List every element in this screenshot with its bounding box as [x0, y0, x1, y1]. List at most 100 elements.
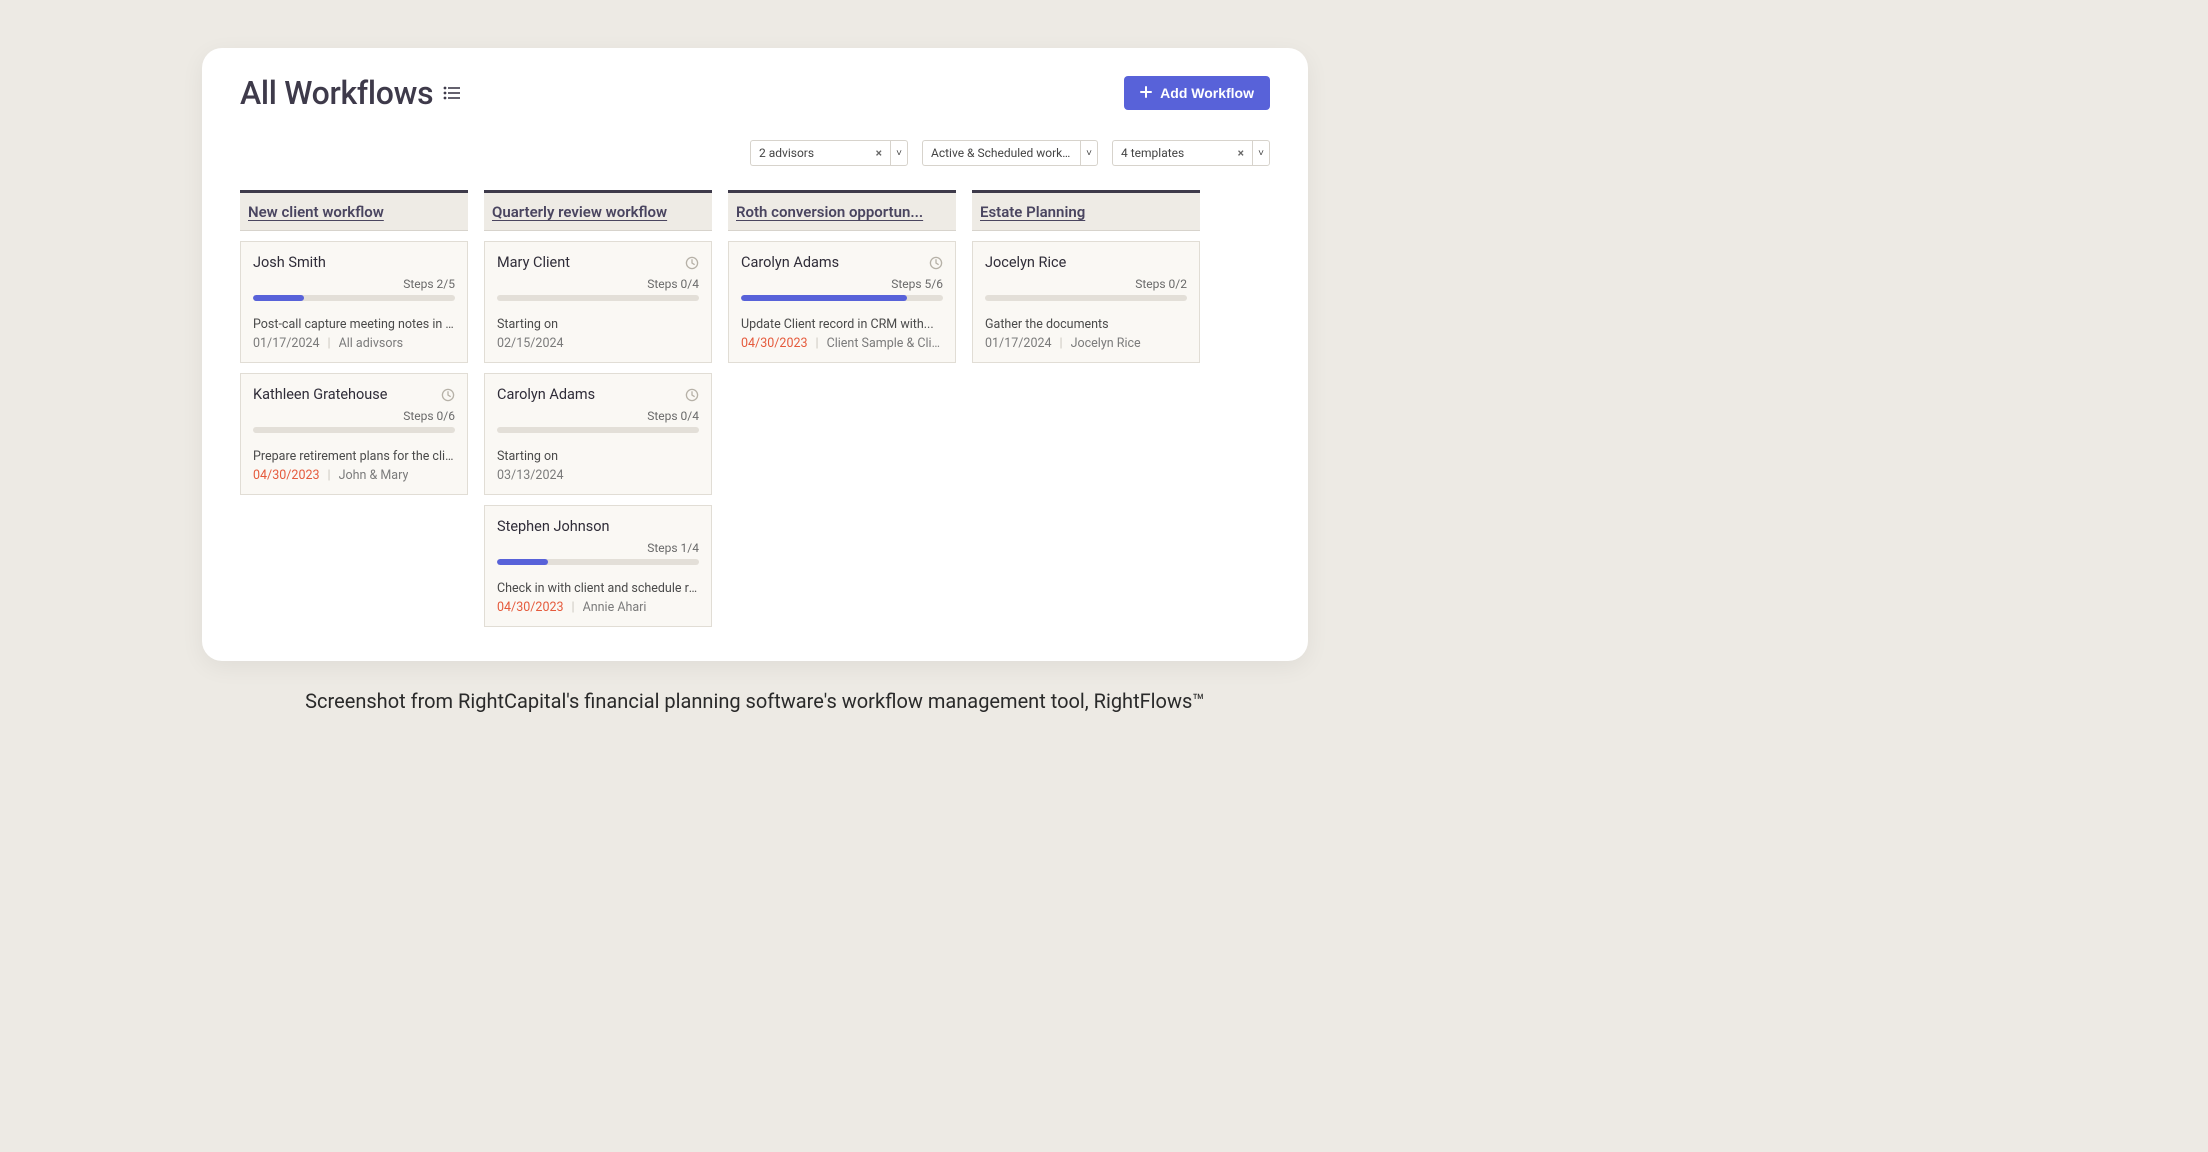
- filter-advisors-label: 2 advisors: [759, 146, 814, 160]
- workflow-card[interactable]: Mary Client Steps 0/4 Starting on 02/15/202…: [484, 241, 712, 363]
- workflow-column: Roth conversion opportun... Carolyn Adams…: [728, 190, 956, 363]
- steps-count: Steps 5/6: [741, 277, 943, 291]
- card-date: 04/30/2023: [741, 336, 808, 351]
- card-meta: 04/30/2023|Annie Ahari: [497, 600, 699, 615]
- filter-row: 2 advisors × ˅ Active & Scheduled workfl…: [240, 140, 1270, 166]
- separator: |: [1060, 336, 1063, 351]
- chevron-down-icon[interactable]: ˅: [890, 140, 908, 166]
- progress-bar: [253, 427, 455, 433]
- steps-count: Steps 2/5: [253, 277, 455, 291]
- filter-advisors-field[interactable]: 2 advisors ×: [750, 140, 890, 166]
- card-date: 04/30/2023: [253, 468, 320, 483]
- card-assignees: John & Mary: [339, 468, 409, 483]
- progress-fill: [741, 295, 907, 301]
- column-title[interactable]: New client workflow: [248, 203, 460, 221]
- card-description: Prepare retirement plans for the clie...: [253, 449, 455, 464]
- card-description: Gather the documents: [985, 317, 1187, 332]
- column-title[interactable]: Quarterly review workflow: [492, 203, 704, 221]
- client-name: Jocelyn Rice: [985, 254, 1066, 271]
- clear-icon[interactable]: ×: [1238, 146, 1244, 160]
- client-name: Mary Client: [497, 254, 570, 271]
- card-assignees: All adivsors: [339, 336, 404, 351]
- clock-icon: [441, 388, 455, 402]
- card-date: 01/17/2024: [985, 336, 1052, 351]
- separator: |: [572, 600, 575, 615]
- card-meta: 01/17/2024 | Jocelyn Rice: [985, 336, 1187, 351]
- progress-bar: [497, 427, 699, 433]
- card-meta: 04/30/2023 | Client Sample & Clien...: [741, 336, 943, 351]
- separator: |: [328, 468, 331, 483]
- client-name: Stephen Johnson: [497, 518, 610, 535]
- app-window: All Workflows Add Workflow 2 ad: [202, 48, 1308, 661]
- figure-caption: Screenshot from RightCapital's financial…: [305, 689, 1205, 713]
- workflow-card[interactable]: Carolyn Adams Steps 5/6 Update Client reco…: [728, 241, 956, 363]
- card-description: Starting on: [497, 317, 699, 332]
- column-header: New client workflow: [240, 190, 468, 231]
- steps-count: Steps 1/4: [497, 541, 699, 555]
- client-name: Carolyn Adams: [741, 254, 839, 271]
- column-header: Estate Planning: [972, 190, 1200, 231]
- clear-icon[interactable]: ×: [876, 146, 882, 160]
- card-header: Jocelyn Rice: [985, 254, 1187, 271]
- card-header: Carolyn Adams: [497, 386, 699, 403]
- card-header: Mary Client: [497, 254, 699, 271]
- card-description: Update Client record in CRM with...: [741, 317, 943, 332]
- card-date: 01/17/2024: [253, 336, 320, 351]
- filter-status-label: Active & Scheduled workfl...: [931, 146, 1072, 160]
- workflow-column: Estate Planning Jocelyn Rice Steps 0/2 Gath…: [972, 190, 1200, 363]
- steps-count: Steps 0/6: [253, 409, 455, 423]
- column-title[interactable]: Estate Planning: [980, 203, 1192, 221]
- add-workflow-label: Add Workflow: [1160, 85, 1254, 101]
- card-description: Starting on: [497, 449, 699, 464]
- card-description: Post-call capture meeting notes in ...: [253, 317, 455, 332]
- workflow-board: New client workflow Josh Smith Steps 2/5 Po…: [240, 190, 1270, 627]
- card-assignees: Client Sample & Clien...: [827, 336, 943, 351]
- column-cards: Josh Smith Steps 2/5 Post-call capture mee…: [240, 241, 468, 495]
- plus-icon: [1140, 85, 1152, 101]
- card-date: 02/15/2024: [497, 336, 564, 351]
- workflow-card[interactable]: Stephen Johnson Steps 1/4 Check in with cl…: [484, 505, 712, 627]
- progress-bar: [497, 295, 699, 301]
- workflow-column: Quarterly review workflow Mary Client Step…: [484, 190, 712, 627]
- progress-fill: [253, 295, 304, 301]
- column-cards: Mary Client Steps 0/4 Starting on 02/15/202…: [484, 241, 712, 627]
- filter-advisors[interactable]: 2 advisors × ˅: [750, 140, 908, 166]
- filter-status[interactable]: Active & Scheduled workfl... ˅: [922, 140, 1098, 166]
- workflow-card[interactable]: Josh Smith Steps 2/5 Post-call capture mee…: [240, 241, 468, 363]
- client-name: Carolyn Adams: [497, 386, 595, 403]
- progress-bar: [497, 559, 699, 565]
- column-cards: Carolyn Adams Steps 5/6 Update Client reco…: [728, 241, 956, 363]
- chevron-down-icon[interactable]: ˅: [1252, 140, 1270, 166]
- filter-templates-field[interactable]: 4 templates ×: [1112, 140, 1252, 166]
- column-header: Quarterly review workflow: [484, 190, 712, 231]
- title-wrap: All Workflows: [240, 74, 461, 112]
- card-meta: 01/17/2024|All adivsors: [253, 336, 455, 351]
- client-name: Kathleen Gratehouse: [253, 386, 387, 403]
- list-view-icon[interactable]: [443, 86, 461, 100]
- clock-icon: [685, 388, 699, 402]
- header-row: All Workflows Add Workflow: [240, 74, 1270, 112]
- card-assignees: Annie Ahari: [583, 600, 647, 615]
- client-name: Josh Smith: [253, 254, 326, 271]
- filter-templates[interactable]: 4 templates × ˅: [1112, 140, 1270, 166]
- card-header: Kathleen Gratehouse: [253, 386, 455, 403]
- add-workflow-button[interactable]: Add Workflow: [1124, 76, 1270, 110]
- clock-icon: [929, 256, 943, 270]
- workflow-card[interactable]: Kathleen Gratehouse Steps 0/6 Prepare reti…: [240, 373, 468, 495]
- steps-count: Steps 0/2: [985, 277, 1187, 291]
- workflow-card[interactable]: Jocelyn Rice Steps 0/2 Gather the document…: [972, 241, 1200, 363]
- filter-templates-label: 4 templates: [1121, 146, 1184, 160]
- card-meta: 04/30/2023 | John & Mary: [253, 468, 455, 483]
- card-date: 03/13/2024: [497, 468, 564, 483]
- card-description: Check in with client and schedule re...: [497, 581, 699, 596]
- page-title: All Workflows: [240, 74, 433, 112]
- progress-bar: [741, 295, 943, 301]
- card-assignees: Jocelyn Rice: [1071, 336, 1141, 351]
- column-title[interactable]: Roth conversion opportun...: [736, 203, 948, 221]
- chevron-down-icon[interactable]: ˅: [1080, 140, 1098, 166]
- steps-count: Steps 0/4: [497, 277, 699, 291]
- workflow-card[interactable]: Carolyn AdamsSteps 0/4Starting on03/13/2…: [484, 373, 712, 495]
- card-header: Stephen Johnson: [497, 518, 699, 535]
- separator: |: [816, 336, 819, 351]
- filter-status-field[interactable]: Active & Scheduled workfl...: [922, 140, 1080, 166]
